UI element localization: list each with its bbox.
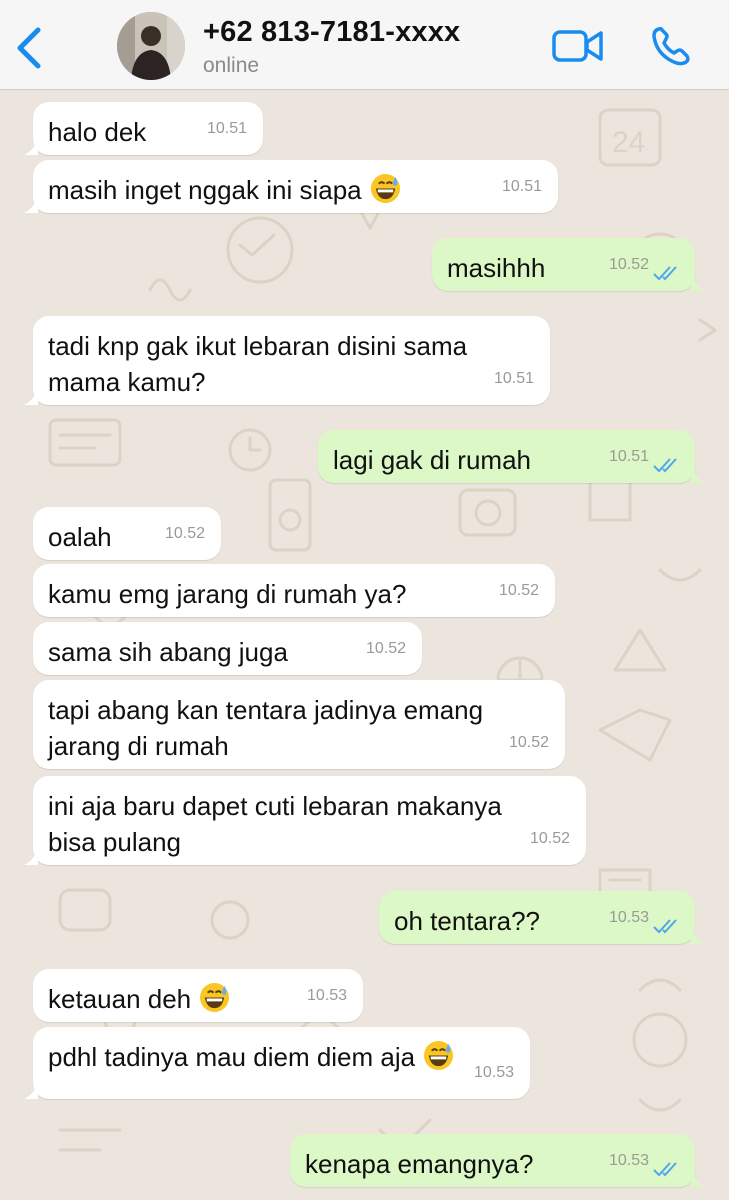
message-text: masih inget nggak ini siapa [48, 175, 362, 205]
message-time: 10.53 [306, 987, 347, 1004]
message-time: 10.52 [498, 582, 539, 599]
message-time: 10.53 [608, 909, 649, 926]
chat-header: +62 813-7181-xxxx online [0, 0, 729, 90]
bubble-tail [24, 195, 38, 213]
bubble-tail [24, 847, 38, 865]
message-time: 10.51 [608, 448, 649, 465]
message-text-line: bisa pulang [48, 827, 181, 857]
message-time: 10.52 [365, 640, 406, 657]
read-receipt-icon [653, 266, 677, 281]
avatar-photo [117, 12, 185, 80]
message-text: kenapa emangnya? [305, 1149, 534, 1179]
outgoing-message[interactable]: oh tentara?? 10.53 [379, 891, 705, 944]
message-text: halo dek [48, 117, 147, 147]
outgoing-message[interactable]: kenapa emangnya? 10.53 [290, 1134, 705, 1187]
read-receipt-icon [653, 919, 677, 934]
message-time: 10.53 [473, 1064, 514, 1081]
incoming-message[interactable]: sama sih abang juga 10.52 [33, 622, 422, 675]
video-call-icon[interactable] [552, 28, 604, 64]
message-text: pdhl tadinya mau diem diem aja [48, 1042, 416, 1072]
back-chevron-icon[interactable] [14, 26, 44, 70]
chat-area[interactable]: 24 halo dek 10.51 masih inget nggak ini … [0, 90, 729, 1200]
message-time: 10.53 [608, 1152, 649, 1169]
message-time: 10.52 [529, 830, 570, 847]
bubble-tail [691, 465, 705, 483]
bubble-tail [24, 137, 38, 155]
message-text-line: mama kamu? [48, 367, 206, 397]
read-receipt-icon [653, 458, 677, 473]
outgoing-message[interactable]: lagi gak di rumah 10.51 [318, 430, 705, 483]
svg-text:24: 24 [612, 126, 645, 159]
message-text: kamu emg jarang di rumah ya? [48, 579, 407, 609]
message-text-line: tadi knp gak ikut lebaran disini sama [48, 331, 468, 361]
grinning-sweat-emoji-icon [200, 982, 230, 1013]
outgoing-message[interactable]: masihhh 10.52 [432, 238, 705, 291]
incoming-message[interactable]: oalah 10.52 [33, 507, 221, 560]
message-text: sama sih abang juga [48, 637, 288, 667]
message-time: 10.51 [493, 370, 534, 387]
message-text: lagi gak di rumah [333, 445, 531, 475]
grinning-sweat-emoji-icon [370, 173, 400, 204]
message-time: 10.51 [501, 178, 542, 195]
bubble-tail [691, 1169, 705, 1187]
contact-name[interactable]: +62 813-7181-xxxx [203, 16, 460, 49]
bubble-tail [24, 387, 38, 405]
bubble-tail [691, 273, 705, 291]
incoming-message[interactable]: pdhl tadinya mau diem diem aja 10.53 [24, 1027, 530, 1099]
bubble-tail [24, 1081, 38, 1099]
incoming-message[interactable]: tapi abang kan tentara jadinya emang jar… [33, 680, 565, 769]
read-receipt-icon [653, 1162, 677, 1177]
incoming-message[interactable]: ketauan deh 10.53 [33, 969, 363, 1022]
incoming-message[interactable]: masih inget nggak ini siapa 10.51 [24, 160, 558, 213]
incoming-message[interactable]: tadi knp gak ikut lebaran disini sama ma… [24, 316, 550, 405]
grinning-sweat-emoji-icon [424, 1040, 454, 1071]
contact-status: online [203, 54, 260, 77]
contact-avatar[interactable] [117, 12, 185, 80]
incoming-message[interactable]: halo dek 10.51 [24, 102, 263, 155]
incoming-message[interactable]: ini aja baru dapet cuti lebaran makanya … [24, 776, 586, 865]
message-time: 10.52 [164, 525, 205, 542]
voice-call-icon[interactable] [650, 24, 692, 68]
message-text-line: tapi abang kan tentara jadinya emang [48, 695, 484, 725]
message-text-line: jarang di rumah [48, 731, 229, 761]
message-time: 10.51 [206, 120, 247, 137]
bubble-tail [691, 926, 705, 944]
incoming-message[interactable]: kamu emg jarang di rumah ya? 10.52 [33, 564, 555, 617]
message-text: masihhh [447, 253, 546, 283]
message-time: 10.52 [508, 734, 549, 751]
message-text: oh tentara?? [394, 906, 541, 936]
message-time: 10.52 [608, 256, 649, 273]
message-text-line: ini aja baru dapet cuti lebaran makanya [48, 791, 502, 821]
message-text: oalah [48, 522, 112, 552]
message-text: ketauan deh [48, 984, 192, 1014]
